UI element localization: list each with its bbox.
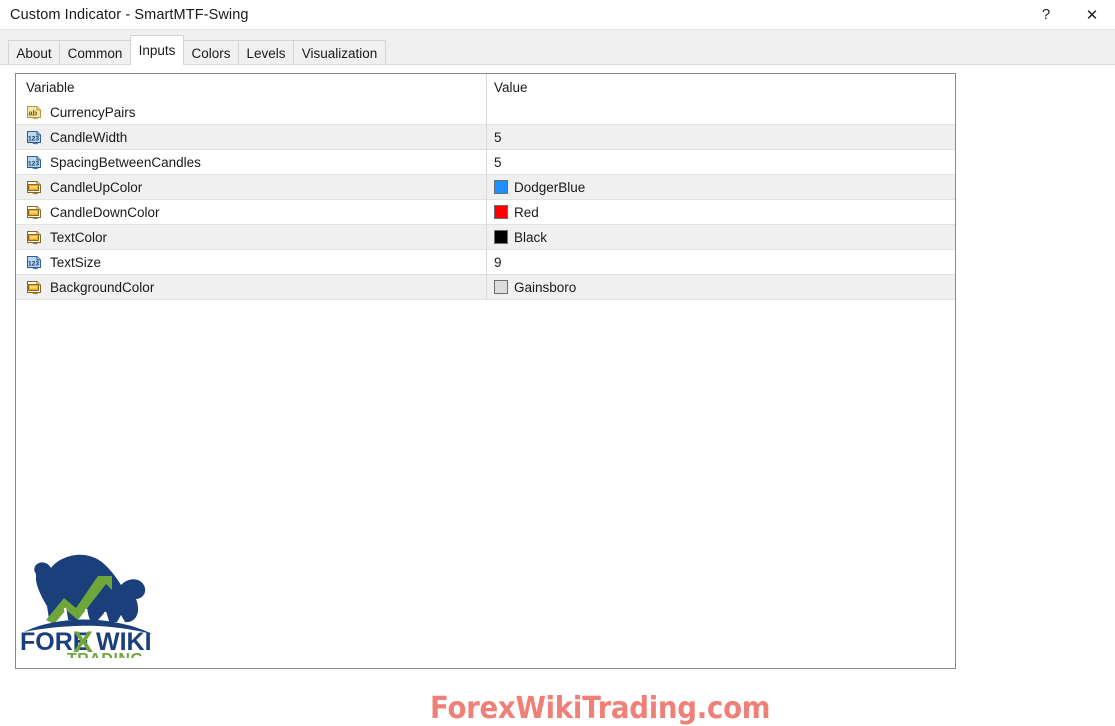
color-type-icon (26, 279, 43, 295)
tab-common[interactable]: Common (59, 40, 131, 65)
dialog-content: Variable Value ab CurrencyPairs 123 CandleW… (0, 65, 1115, 726)
window-controls: ? ✕ (1023, 0, 1115, 29)
color-type-icon (26, 204, 43, 220)
string-type-icon: ab (26, 104, 43, 120)
variable-cell: CandleUpColor (16, 175, 486, 199)
svg-text:123: 123 (28, 160, 39, 167)
grid-header-variable-label: Variable (26, 79, 75, 95)
variable-name-label: CurrencyPairs (50, 104, 136, 120)
help-button[interactable]: ? (1023, 0, 1069, 29)
variable-cell: TextColor (16, 225, 486, 249)
grid-header-value-label: Value (494, 79, 528, 95)
watermark-text: ForexWikiTrading.com (430, 691, 771, 726)
grid-column-divider (486, 74, 487, 300)
tab-label: Colors (191, 45, 231, 61)
color-swatch (494, 230, 508, 244)
grid-header-value-cell: Value (486, 74, 955, 100)
tab-label: About (16, 45, 52, 61)
value-label: DodgerBlue (514, 179, 586, 195)
variable-name-label: TextColor (50, 229, 108, 245)
tab-visualization[interactable]: Visualization (293, 40, 386, 65)
value-cell[interactable]: 5 (486, 125, 955, 149)
value-label: Black (514, 229, 548, 245)
tab-label: Inputs (138, 43, 176, 58)
integer-type-icon: 123 (26, 154, 43, 170)
tab-label: Levels (246, 45, 286, 61)
color-type-icon (26, 229, 43, 245)
value-cell[interactable] (486, 100, 955, 124)
variable-cell: 123 SpacingBetweenCandles (16, 150, 486, 174)
value-label: 5 (494, 129, 502, 145)
variable-name-label: CandleUpColor (50, 179, 143, 195)
value-cell[interactable]: Black (486, 225, 955, 249)
color-swatch (494, 205, 508, 219)
tab-about[interactable]: About (8, 40, 60, 65)
tab-bar: About Common Inputs Colors Levels Visualizati… (0, 30, 1115, 65)
svg-text:123: 123 (28, 260, 39, 267)
value-label: 5 (494, 154, 502, 170)
inputs-grid: Variable Value ab CurrencyPairs 123 CandleW… (15, 73, 956, 669)
value-cell[interactable]: 5 (486, 150, 955, 174)
window-title-bar: Custom Indicator - SmartMTF-Swing ? ✕ (0, 0, 1115, 29)
window-title: Custom Indicator - SmartMTF-Swing (10, 6, 249, 23)
svg-text:ab: ab (29, 109, 38, 118)
variable-cell: 123 TextSize (16, 250, 486, 274)
variable-name-label: CandleDownColor (50, 204, 160, 220)
variable-cell: ab CurrencyPairs (16, 100, 486, 124)
color-type-icon (26, 179, 43, 195)
value-cell[interactable]: 9 (486, 250, 955, 274)
variable-cell: BackgroundColor (16, 275, 486, 299)
value-label: 9 (494, 254, 502, 270)
tab-label: Common (67, 45, 123, 61)
color-swatch (494, 280, 508, 294)
variable-name-label: BackgroundColor (50, 279, 155, 295)
variable-cell: CandleDownColor (16, 200, 486, 224)
variable-name-label: CandleWidth (50, 129, 128, 145)
tab-label: Visualization (301, 45, 378, 61)
value-label: Red (514, 204, 539, 220)
variable-cell: 123 CandleWidth (16, 125, 486, 149)
value-cell[interactable]: Gainsboro (486, 275, 955, 299)
svg-text:123: 123 (28, 135, 39, 142)
value-cell[interactable]: Red (486, 200, 955, 224)
color-swatch (494, 180, 508, 194)
tab-inputs[interactable]: Inputs (130, 35, 184, 65)
variable-name-label: SpacingBetweenCandles (50, 154, 201, 170)
value-label: Gainsboro (514, 279, 577, 295)
close-button[interactable]: ✕ (1069, 0, 1115, 29)
integer-type-icon: 123 (26, 254, 43, 270)
tab-colors[interactable]: Colors (183, 40, 239, 65)
grid-header-variable-cell: Variable (16, 74, 486, 100)
variable-name-label: TextSize (50, 254, 102, 270)
integer-type-icon: 123 (26, 129, 43, 145)
value-cell[interactable]: DodgerBlue (486, 175, 955, 199)
tab-levels[interactable]: Levels (238, 40, 294, 65)
